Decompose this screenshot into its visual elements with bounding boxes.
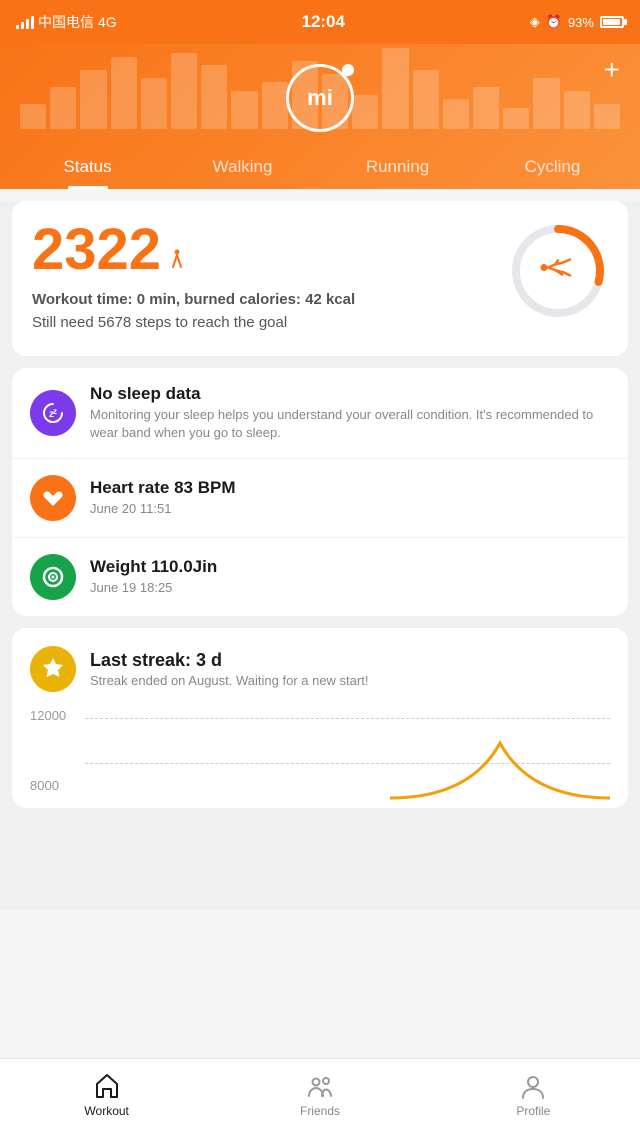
logo-area: mi <box>0 54 640 147</box>
weight-title: Weight 110.0Jin <box>90 557 610 577</box>
nav-friends-label: Friends <box>300 1104 340 1118</box>
location-icon: ◈ <box>530 14 540 30</box>
tab-walking[interactable]: Walking <box>165 147 320 189</box>
mi-logo: mi <box>286 64 354 132</box>
tab-running[interactable]: Running <box>320 147 475 189</box>
nav-workout[interactable]: Workout <box>0 1072 213 1126</box>
bottom-nav: Workout Friends Profile <box>0 1058 640 1138</box>
sleep-card[interactable]: z z No sleep data Monitoring your sleep … <box>12 368 628 459</box>
nav-workout-label: Workout <box>84 1104 128 1118</box>
sleep-icon: z z <box>30 390 76 436</box>
steps-number: 2322 <box>32 221 355 279</box>
chart-label-12000: 12000 <box>30 708 66 723</box>
nav-profile[interactable]: Profile <box>427 1072 640 1126</box>
streak-title: Last streak: 3 d <box>90 650 368 671</box>
health-cards: z z No sleep data Monitoring your sleep … <box>12 368 628 616</box>
nav-friends[interactable]: Friends <box>213 1072 426 1126</box>
profile-icon <box>519 1072 547 1100</box>
heart-title: Heart rate 83 BPM <box>90 478 610 498</box>
streak-icon <box>30 646 76 692</box>
status-bar-left: 中国电信 4G <box>16 12 117 32</box>
status-bar-right: ◈ ⏰ 93% <box>530 14 624 30</box>
chart-label-8000: 8000 <box>30 778 66 793</box>
alarm-icon: ⏰ <box>546 14 562 30</box>
main-content: 2322 Workout time: 0 min, burned calorie… <box>0 201 640 910</box>
weight-subtitle: June 19 18:25 <box>90 579 610 597</box>
heart-subtitle: June 20 11:51 <box>90 500 610 518</box>
network-label: 4G <box>98 14 117 30</box>
heart-card[interactable]: Heart rate 83 BPM June 20 11:51 <box>12 459 628 538</box>
steps-progress-ring <box>508 221 608 321</box>
friends-icon <box>306 1072 334 1100</box>
tab-cycling[interactable]: Cycling <box>475 147 630 189</box>
status-bar: 中国电信 4G 12:04 ◈ ⏰ 93% <box>0 0 640 44</box>
time-label: 12:04 <box>301 12 344 32</box>
sleep-title: No sleep data <box>90 384 610 404</box>
weight-icon <box>30 554 76 600</box>
main-tabs: Status Walking Running Cycling <box>0 147 640 189</box>
heart-icon <box>30 475 76 521</box>
streak-subtitle: Streak ended on August. Waiting for a ne… <box>90 673 368 688</box>
header-area: + mi Status Walking Running Cycling <box>0 44 640 189</box>
nav-profile-label: Profile <box>516 1104 550 1118</box>
streak-text: Last streak: 3 d Streak ended on August.… <box>90 650 368 688</box>
streak-card: Last streak: 3 d Streak ended on August.… <box>12 628 628 808</box>
steps-left: 2322 Workout time: 0 min, burned calorie… <box>32 221 355 334</box>
weight-text: Weight 110.0Jin June 19 18:25 <box>90 557 610 597</box>
battery-icon <box>600 16 624 28</box>
svg-text:z: z <box>53 407 57 416</box>
streak-chart: 12000 8000 <box>30 708 610 808</box>
steps-unit-icon <box>169 249 185 273</box>
steps-info: Workout time: 0 min, burned calories: 42… <box>32 289 355 334</box>
signal-icon <box>16 15 34 29</box>
sleep-text: No sleep data Monitoring your sleep help… <box>90 384 610 442</box>
tab-status[interactable]: Status <box>10 147 165 189</box>
workout-icon <box>93 1072 121 1100</box>
battery-label: 93% <box>568 15 594 30</box>
steps-card: 2322 Workout time: 0 min, burned calorie… <box>12 201 628 356</box>
heart-text: Heart rate 83 BPM June 20 11:51 <box>90 478 610 518</box>
carrier-label: 中国电信 <box>38 12 94 32</box>
sleep-subtitle: Monitoring your sleep helps you understa… <box>90 406 610 442</box>
chart-labels: 12000 8000 <box>30 708 66 793</box>
walk-icon <box>543 250 573 293</box>
streak-header: Last streak: 3 d Streak ended on August.… <box>30 646 610 692</box>
weight-card[interactable]: Weight 110.0Jin June 19 18:25 <box>12 538 628 616</box>
